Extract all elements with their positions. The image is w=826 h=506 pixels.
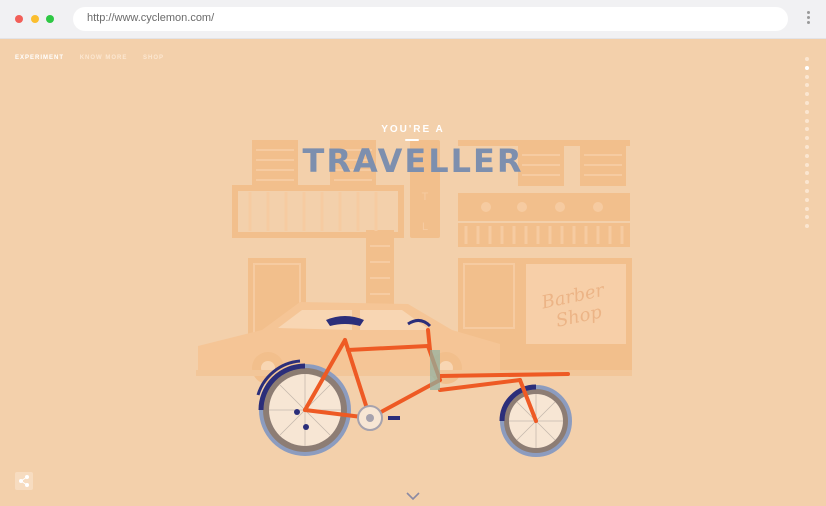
hotel-sign: T (422, 191, 429, 203)
close-window-button[interactable] (15, 15, 23, 23)
url-text: http://www.cyclemon.com/ (87, 12, 215, 24)
kebab-menu-icon[interactable] (804, 11, 812, 27)
hero-illustration: T L Barber Shop (196, 140, 632, 457)
browser-toolbar: http://www.cyclemon.com/ (0, 0, 826, 39)
address-bar[interactable]: http://www.cyclemon.com/ (73, 7, 788, 31)
hero-title: TRAVELLER (302, 142, 524, 180)
maximize-window-button[interactable] (46, 15, 54, 23)
kicker-divider (405, 139, 419, 141)
hero-kicker: YOU'RE A (381, 124, 445, 135)
svg-text:L: L (422, 221, 428, 233)
share-icon[interactable] (15, 472, 33, 490)
chevron-down-icon[interactable] (405, 488, 421, 501)
minimize-window-button[interactable] (31, 15, 39, 23)
